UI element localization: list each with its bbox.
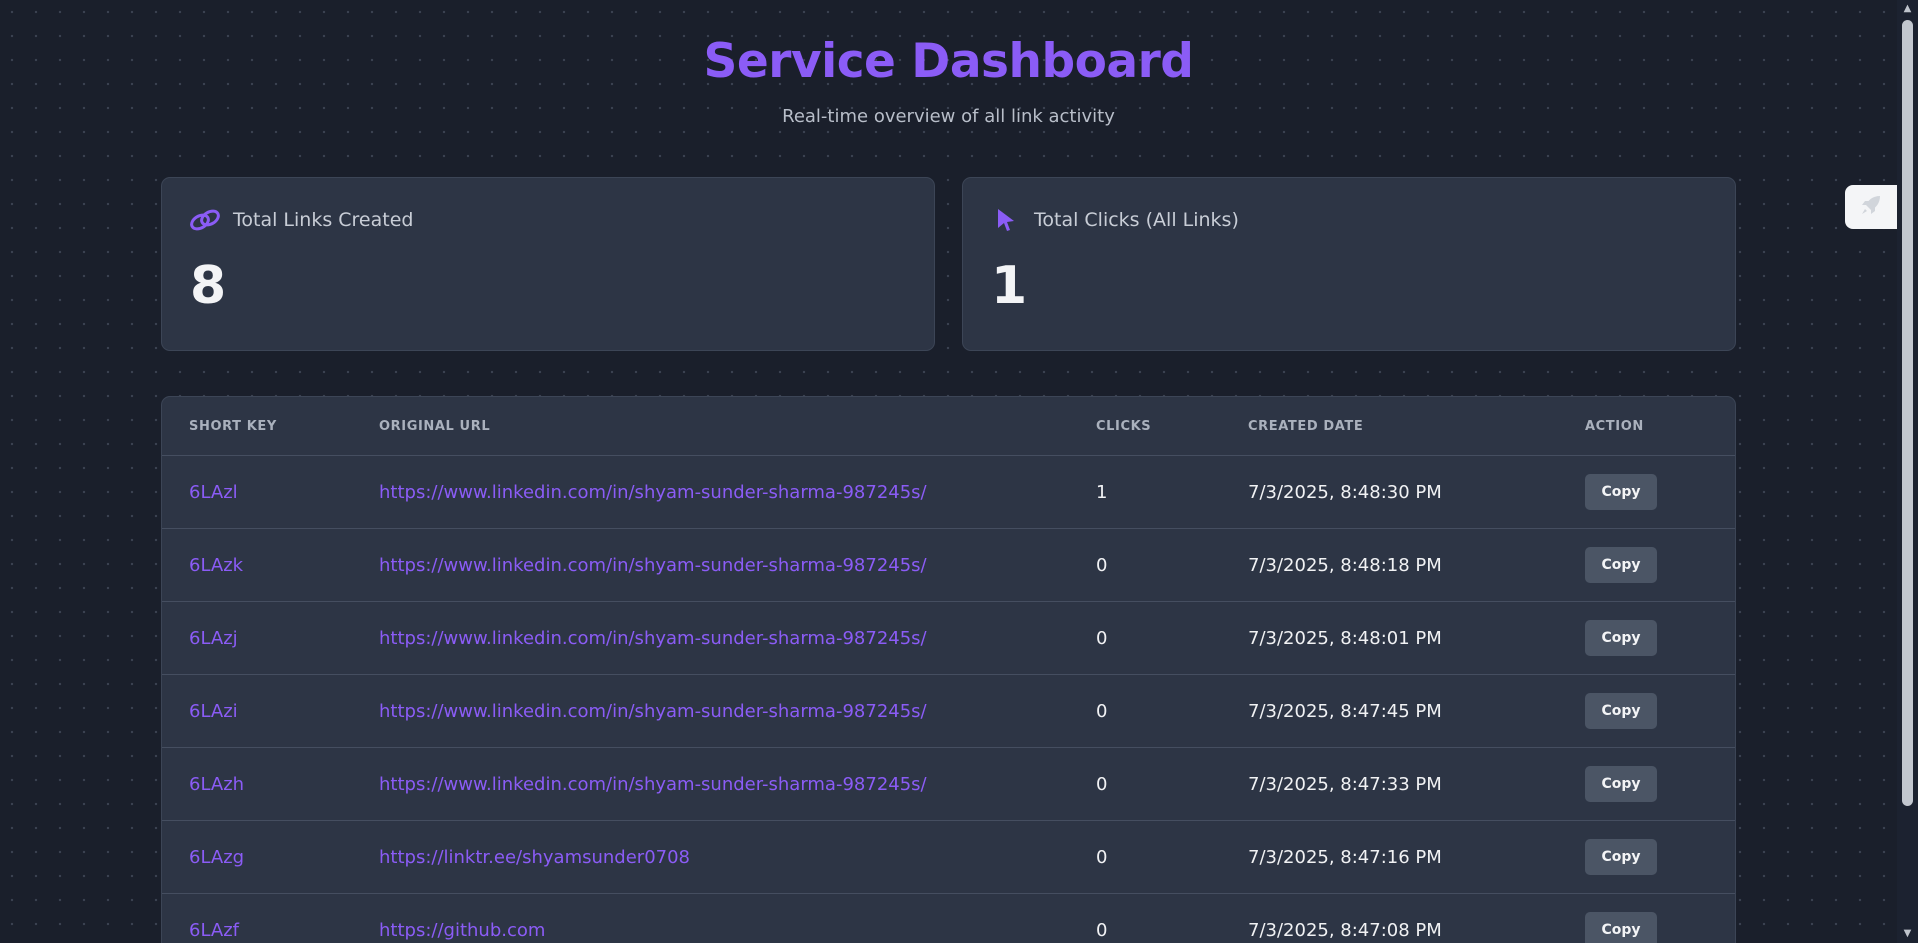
original-url-link[interactable]: https://linktr.ee/shyamsunder0708 [379, 820, 1096, 894]
clicks-count: 0 [1096, 747, 1248, 821]
created-date: 7/3/2025, 8:48:18 PM [1248, 528, 1585, 602]
copy-button[interactable]: Copy [1585, 693, 1657, 729]
original-url-link[interactable]: https://www.linkedin.com/in/shyam-sunder… [379, 455, 1096, 529]
created-date: 7/3/2025, 8:47:45 PM [1248, 674, 1585, 748]
link-icon [189, 206, 221, 234]
copy-button[interactable]: Copy [1585, 912, 1657, 943]
column-header-clicks: CLICKS [1096, 397, 1248, 456]
table-row: 6LAzf https://github.com 0 7/3/2025, 8:4… [162, 893, 1735, 943]
short-key-link[interactable]: 6LAzh [162, 747, 379, 821]
page-title: Service Dashboard [703, 34, 1194, 89]
short-key-link[interactable]: 6LAzl [162, 455, 379, 529]
column-header-action: ACTION [1585, 397, 1735, 456]
short-key-link[interactable]: 6LAzj [162, 601, 379, 675]
short-key-link[interactable]: 6LAzg [162, 820, 379, 894]
table-row: 6LAzl https://www.linkedin.com/in/shyam-… [162, 455, 1735, 529]
vertical-scrollbar[interactable]: ▲ ▼ [1897, 0, 1918, 943]
original-url-link[interactable]: https://github.com [379, 893, 1096, 943]
table-row: 6LAzg https://linktr.ee/shyamsunder0708 … [162, 820, 1735, 894]
created-date: 7/3/2025, 8:47:16 PM [1248, 820, 1585, 894]
scrollbar-thumb[interactable] [1902, 20, 1913, 806]
scroll-down-arrow-icon[interactable]: ▼ [1897, 925, 1918, 943]
copy-button[interactable]: Copy [1585, 474, 1657, 510]
clicks-count: 0 [1096, 820, 1248, 894]
created-date: 7/3/2025, 8:48:01 PM [1248, 601, 1585, 675]
clicks-count: 0 [1096, 893, 1248, 943]
total-links-value: 8 [190, 256, 227, 316]
clicks-count: 1 [1096, 455, 1248, 529]
total-clicks-card: Total Clicks (All Links) 1 [962, 177, 1736, 351]
total-clicks-value: 1 [991, 256, 1028, 316]
clicks-count: 0 [1096, 674, 1248, 748]
original-url-link[interactable]: https://www.linkedin.com/in/shyam-sunder… [379, 747, 1096, 821]
table-header-row: SHORT KEY ORIGINAL URL CLICKS CREATED DA… [162, 397, 1735, 456]
page-subtitle: Real-time overview of all link activity [782, 106, 1115, 127]
short-key-link[interactable]: 6LAzf [162, 893, 379, 943]
cursor-icon [990, 206, 1022, 234]
copy-button[interactable]: Copy [1585, 547, 1657, 583]
clicks-count: 0 [1096, 601, 1248, 675]
column-header-short-key: SHORT KEY [162, 397, 379, 456]
created-date: 7/3/2025, 8:48:30 PM [1248, 455, 1585, 529]
links-table: SHORT KEY ORIGINAL URL CLICKS CREATED DA… [161, 396, 1736, 943]
table-row: 6LAzk https://www.linkedin.com/in/shyam-… [162, 528, 1735, 602]
short-key-link[interactable]: 6LAzi [162, 674, 379, 748]
table-row: 6LAzh https://www.linkedin.com/in/shyam-… [162, 747, 1735, 821]
copy-button[interactable]: Copy [1585, 839, 1657, 875]
original-url-link[interactable]: https://www.linkedin.com/in/shyam-sunder… [379, 601, 1096, 675]
copy-button[interactable]: Copy [1585, 620, 1657, 656]
rocket-icon [1860, 194, 1882, 220]
original-url-link[interactable]: https://www.linkedin.com/in/shyam-sunder… [379, 674, 1096, 748]
created-date: 7/3/2025, 8:47:33 PM [1248, 747, 1585, 821]
short-key-link[interactable]: 6LAzk [162, 528, 379, 602]
scroll-up-arrow-icon[interactable]: ▲ [1897, 0, 1918, 18]
side-panel-toggle[interactable] [1845, 185, 1897, 229]
copy-button[interactable]: Copy [1585, 766, 1657, 802]
total-links-label: Total Links Created [233, 209, 414, 231]
created-date: 7/3/2025, 8:47:08 PM [1248, 893, 1585, 943]
original-url-link[interactable]: https://www.linkedin.com/in/shyam-sunder… [379, 528, 1096, 602]
table-row: 6LAzi https://www.linkedin.com/in/shyam-… [162, 674, 1735, 748]
clicks-count: 0 [1096, 528, 1248, 602]
total-clicks-label: Total Clicks (All Links) [1034, 209, 1239, 231]
table-row: 6LAzj https://www.linkedin.com/in/shyam-… [162, 601, 1735, 675]
total-links-card: Total Links Created 8 [161, 177, 935, 351]
column-header-original-url: ORIGINAL URL [379, 397, 1096, 456]
column-header-created-date: CREATED DATE [1248, 397, 1585, 456]
dashboard-page: Service Dashboard Real-time overview of … [0, 0, 1918, 943]
